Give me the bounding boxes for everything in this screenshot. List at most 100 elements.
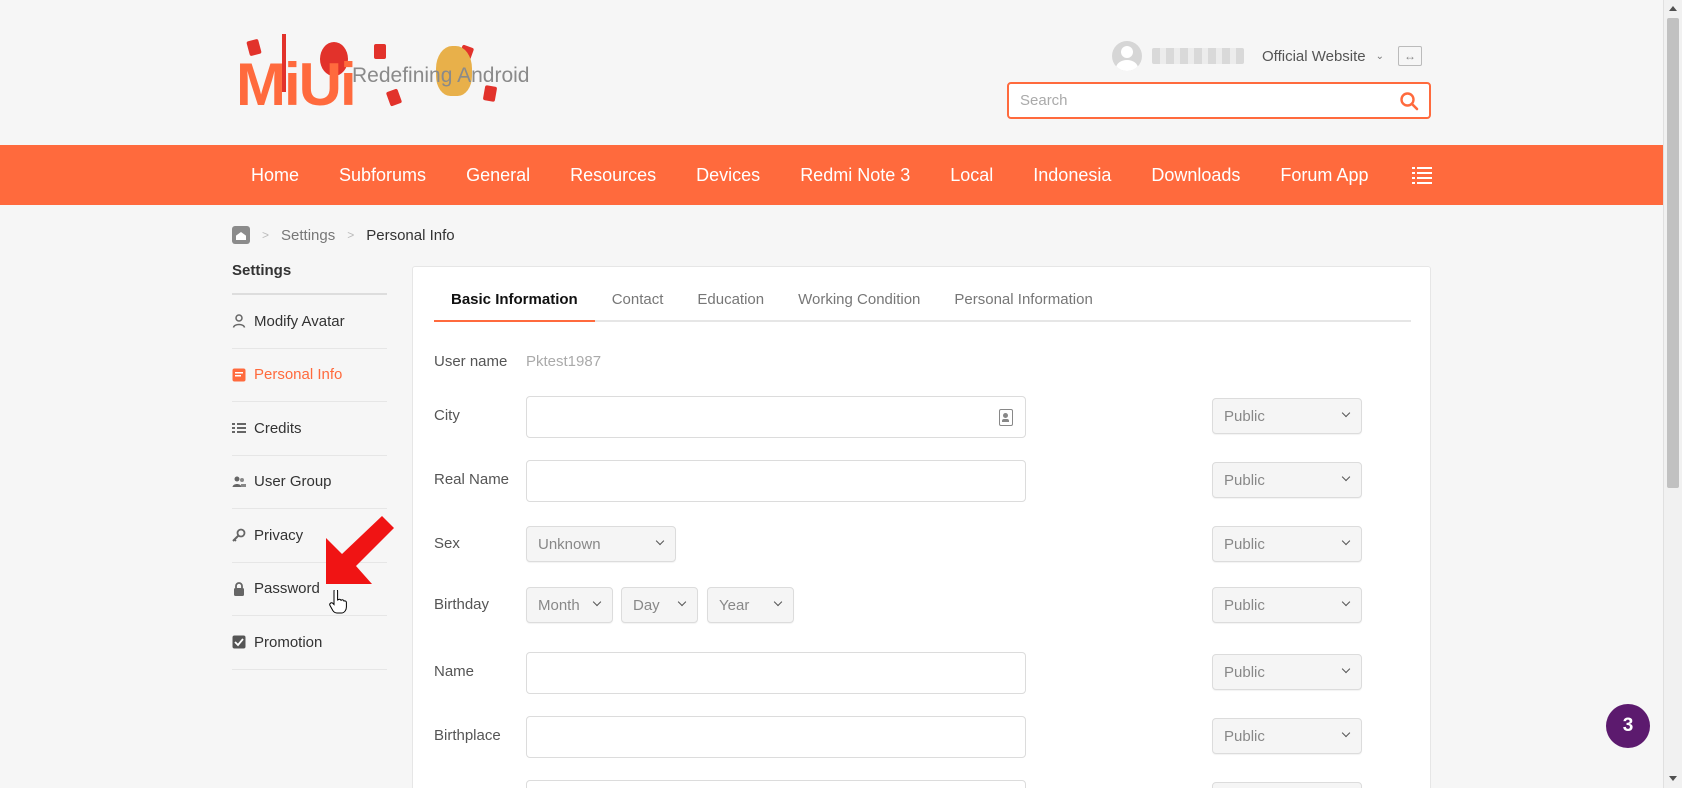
sidebar-item-label: Privacy xyxy=(254,526,304,544)
sex-privacy-select[interactable]: Public xyxy=(1212,526,1362,562)
birthplace-input[interactable] xyxy=(527,717,1025,757)
username-blurred[interactable] xyxy=(1152,48,1244,64)
sex-value: Unknown xyxy=(538,535,601,553)
settings-sidebar: Settings Modify Avatar Personal Info Cre… xyxy=(232,262,387,670)
chevron-down-icon xyxy=(773,598,783,608)
key-icon xyxy=(232,528,246,542)
nav-item-indonesia[interactable]: Indonesia xyxy=(1013,145,1131,205)
birthday-label: Birthday xyxy=(434,596,490,613)
users-icon xyxy=(232,476,246,487)
scroll-up-icon[interactable] xyxy=(1669,6,1677,11)
sidebar-item-personal-info[interactable]: Personal Info xyxy=(232,349,387,402)
sidebar-title: Settings xyxy=(232,262,387,295)
hand-cursor-icon xyxy=(329,590,347,614)
nav-items: Home Subforums General Resources Devices… xyxy=(231,145,1388,205)
tab-contact[interactable]: Contact xyxy=(595,281,681,320)
user-icon xyxy=(232,314,246,329)
birthplace-field-wrapper xyxy=(526,716,1026,758)
avatar[interactable] xyxy=(1112,41,1142,71)
breadcrumb-settings[interactable]: Settings xyxy=(281,227,335,244)
chevron-down-icon xyxy=(1341,665,1351,675)
sex-select[interactable]: Unknown xyxy=(526,526,676,562)
sidebar-item-label: Credits xyxy=(254,419,302,437)
name-field-wrapper xyxy=(526,652,1026,694)
lock-icon xyxy=(234,581,244,596)
sidebar-item-label: Personal Info xyxy=(254,366,343,384)
chevron-down-icon xyxy=(592,598,602,608)
privacy-value: Public xyxy=(1224,471,1265,489)
chevron-down-icon[interactable]: ⌄ xyxy=(1376,51,1384,62)
city-label: City xyxy=(434,407,460,424)
contact-card-icon[interactable] xyxy=(999,409,1013,426)
chevron-right-icon: > xyxy=(347,228,355,242)
birthday-year-value: Year xyxy=(719,596,750,614)
red-arrow-annotation-icon xyxy=(326,516,394,584)
birthday-month-value: Month xyxy=(538,596,580,614)
sidebar-item-label: Password xyxy=(254,580,320,598)
sidebar-item-credits[interactable]: Credits xyxy=(232,402,387,456)
birthday-privacy-select[interactable]: Public xyxy=(1212,587,1362,623)
sidebar-item-promotion[interactable]: Promotion xyxy=(232,616,387,670)
logo-subtitle: Redefining Android xyxy=(352,64,530,87)
next-privacy-select[interactable] xyxy=(1212,782,1362,788)
chevron-down-icon xyxy=(1341,473,1351,483)
nav-item-home[interactable]: Home xyxy=(231,145,319,205)
birthday-day-select[interactable]: Day xyxy=(621,587,698,623)
city-privacy-select[interactable]: Public xyxy=(1212,398,1362,434)
tab-education[interactable]: Education xyxy=(680,281,781,320)
checkbox-icon xyxy=(232,635,246,649)
birthplace-privacy-select[interactable]: Public xyxy=(1212,718,1362,754)
tab-basic-information[interactable]: Basic Information xyxy=(434,281,595,322)
sidebar-item-user-group[interactable]: User Group xyxy=(232,456,387,509)
site-header: MiUi Redefining Android Official Website… xyxy=(0,0,1663,145)
chevron-down-icon xyxy=(1341,409,1351,419)
birthday-month-select[interactable]: Month xyxy=(526,587,613,623)
city-input[interactable] xyxy=(527,397,1025,437)
name-label: Name xyxy=(434,663,475,680)
username-label: User name xyxy=(434,353,508,370)
search-icon[interactable] xyxy=(1399,91,1419,111)
red-envelope-icon xyxy=(374,44,386,59)
real-name-field-wrapper xyxy=(526,460,1026,502)
info-tabs: Basic Information Contact Education Work… xyxy=(434,281,1411,322)
nav-item-general[interactable]: General xyxy=(446,145,550,205)
breadcrumb: > Settings > Personal Info xyxy=(232,226,455,244)
notification-badge[interactable]: 3 xyxy=(1606,704,1650,748)
breadcrumb-personal-info: Personal Info xyxy=(366,226,455,244)
scroll-down-icon[interactable] xyxy=(1669,776,1677,781)
nav-item-devices[interactable]: Devices xyxy=(676,145,780,205)
real-name-privacy-select[interactable]: Public xyxy=(1212,462,1362,498)
birthday-year-select[interactable]: Year xyxy=(707,587,794,623)
sidebar-item-label: Modify Avatar xyxy=(254,312,345,330)
name-input[interactable] xyxy=(527,653,1025,693)
tab-working-condition[interactable]: Working Condition xyxy=(781,281,937,320)
expand-icon[interactable]: ↔ xyxy=(1398,46,1423,66)
home-icon[interactable] xyxy=(232,226,250,244)
nav-item-subforums[interactable]: Subforums xyxy=(319,145,446,205)
search-input[interactable] xyxy=(1009,84,1389,117)
privacy-value: Public xyxy=(1224,663,1265,681)
document-icon xyxy=(232,368,246,382)
sidebar-item-modify-avatar[interactable]: Modify Avatar xyxy=(232,295,387,349)
nav-item-downloads[interactable]: Downloads xyxy=(1131,145,1260,205)
username-value: Pktest1987 xyxy=(526,353,602,370)
chevron-right-icon: > xyxy=(262,228,270,242)
nav-item-forum-app[interactable]: Forum App xyxy=(1260,145,1388,205)
menu-list-icon[interactable] xyxy=(1412,166,1432,184)
real-name-label: Real Name xyxy=(434,471,510,488)
sex-label: Sex xyxy=(434,535,460,552)
real-name-input[interactable] xyxy=(527,461,1025,501)
nav-item-resources[interactable]: Resources xyxy=(550,145,676,205)
name-privacy-select[interactable]: Public xyxy=(1212,654,1362,690)
official-website-link[interactable]: Official Website xyxy=(1262,48,1366,65)
tab-personal-information[interactable]: Personal Information xyxy=(937,281,1109,320)
main-nav: Home Subforums General Resources Devices… xyxy=(0,145,1663,205)
list-icon xyxy=(232,423,246,434)
sidebar-item-label: User Group xyxy=(254,473,332,491)
scroll-thumb[interactable] xyxy=(1667,18,1679,488)
logo-text: MiUi xyxy=(236,51,357,118)
red-envelope-icon xyxy=(385,88,403,107)
nav-item-local[interactable]: Local xyxy=(930,145,1013,205)
page-scrollbar[interactable] xyxy=(1663,0,1682,788)
nav-item-redmi-note-3[interactable]: Redmi Note 3 xyxy=(780,145,930,205)
